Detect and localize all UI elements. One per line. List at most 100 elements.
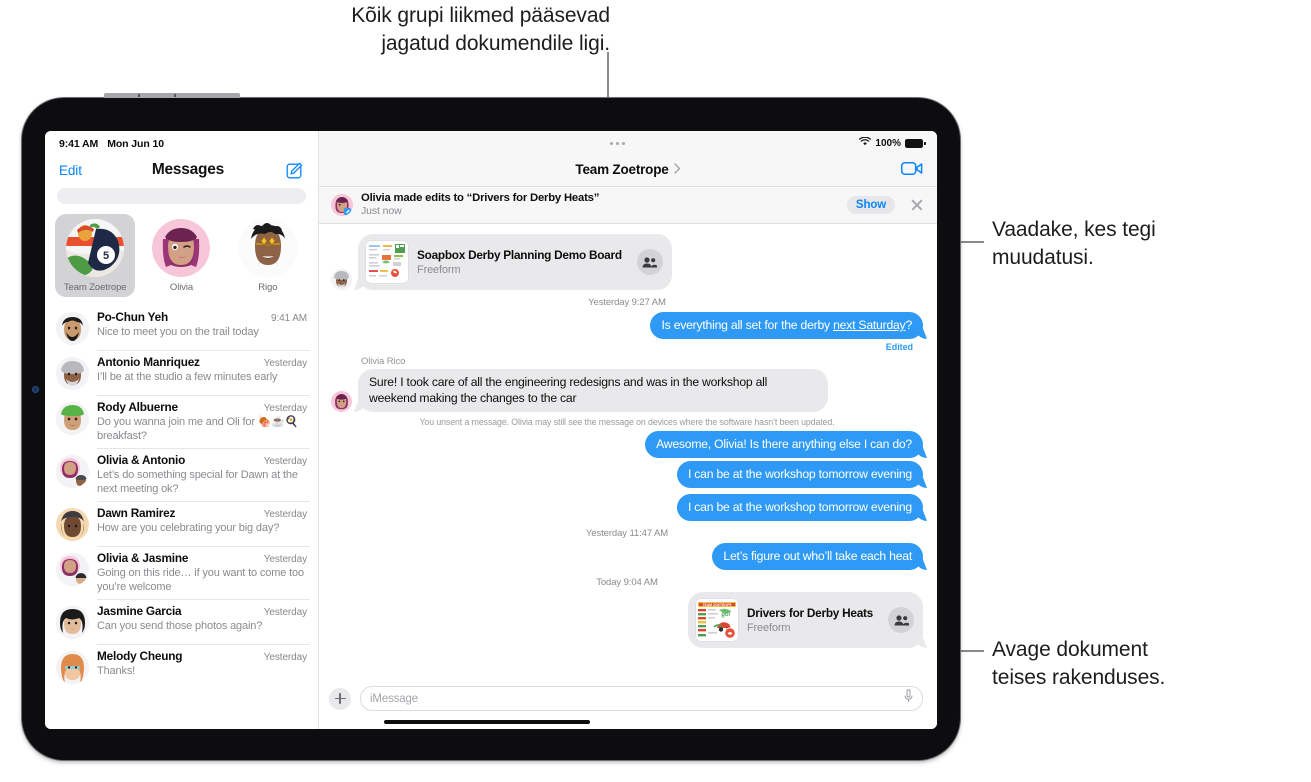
list-item[interactable]: Rody Albuerne Yesterday Do you wanna joi… xyxy=(45,395,318,448)
conversation-title-button[interactable]: Team Zoetrope xyxy=(575,161,680,179)
document-app-name: Freeform xyxy=(417,264,461,277)
list-item-body: Melody Cheung Yesterday Thanks! xyxy=(97,649,307,678)
avatar xyxy=(331,391,352,412)
close-icon[interactable] xyxy=(909,197,925,213)
avatar xyxy=(238,219,297,277)
device-top-antenna-band xyxy=(104,93,240,98)
conversation-preview: Can you send those photos again? xyxy=(97,620,263,632)
conversation-name: Po-Chun Yeh xyxy=(97,310,168,324)
message-bubble[interactable]: I can be at the workshop tomorrow evenin… xyxy=(676,461,923,488)
plus-icon[interactable] xyxy=(329,687,351,710)
document-title: Drivers for Derby Heats xyxy=(746,605,873,620)
conversation-preview: Going on this ride… if you want to come … xyxy=(97,567,304,593)
avatar: 5 xyxy=(66,219,125,277)
svg-text:TEAM ZOETROPE: TEAM ZOETROPE xyxy=(702,603,732,607)
document-title: Soapbox Derby Planning Demo Board xyxy=(417,247,622,262)
pinned-conversations-row: 5 Team Zoetrope Olivia Rigo xyxy=(45,204,318,297)
facetime-video-icon[interactable] xyxy=(900,161,923,181)
document-thumbnail xyxy=(366,241,408,283)
message-bubble[interactable]: Is everything all set for the derby next… xyxy=(650,312,923,339)
multitasking-handle-icon[interactable] xyxy=(375,141,859,145)
banner-text-block: Olivia made edits to “Drivers for Derby … xyxy=(361,192,839,217)
shared-document-card[interactable]: Soapbox Derby Planning Demo Board Freefo… xyxy=(358,234,672,290)
message-sender-name: Olivia Rico xyxy=(361,356,406,367)
list-item-body: Jasmine Garcia Yesterday Can you send th… xyxy=(97,604,307,633)
status-time: 9:41 AM xyxy=(59,138,99,150)
conversation-preview: How are you celebrating your big day? xyxy=(97,522,280,534)
battery-icon xyxy=(905,138,926,148)
conversation-header: Team Zoetrope xyxy=(319,153,937,187)
conversation-preview: Thanks! xyxy=(97,665,136,677)
message-link-text[interactable]: next Saturday xyxy=(833,318,906,332)
list-item[interactable]: Dawn Ramirez Yesterday How are you celeb… xyxy=(45,501,318,546)
message-row: Let’s figure out who’ll take each heat xyxy=(331,543,923,570)
tablet-screen: 9:41 AM Mon Jun 10 Edit Messages 5 Team … xyxy=(45,131,937,729)
front-camera-icon xyxy=(32,386,39,393)
list-item-body: Po-Chun Yeh 9:41 AM Nice to meet you on … xyxy=(97,310,307,339)
conversation-name: Rody Albuerne xyxy=(97,400,178,414)
message-row: Awesome, Olivia! Is there anything else … xyxy=(331,431,923,458)
edited-badge: Edited xyxy=(885,342,913,352)
imessage-placeholder: iMessage xyxy=(370,692,419,705)
battery-percent-label: 100% xyxy=(875,137,901,149)
conversation-name: Jasmine Garcia xyxy=(97,604,182,618)
list-item-body: Olivia & Antonio Yesterday Let’s do some… xyxy=(97,453,307,496)
avatar xyxy=(152,219,211,277)
list-item[interactable]: Jasmine Garcia Yesterday Can you send th… xyxy=(45,599,318,644)
conversation-time: Yesterday xyxy=(263,554,307,565)
pinned-item-team-zoetrope[interactable]: 5 Team Zoetrope xyxy=(55,214,136,297)
shared-document-card[interactable]: TEAM ZOETROPE go! Drivers for Derby Heat… xyxy=(687,592,923,648)
message-bubble[interactable]: Awesome, Olivia! Is there anything else … xyxy=(645,431,923,458)
message-row: Soapbox Derby Planning Demo Board Freefo… xyxy=(331,234,923,290)
chevron-right-icon xyxy=(673,161,681,179)
message-bubble[interactable]: Let’s figure out who’ll take each heat xyxy=(712,543,923,570)
status-indicators: 100% xyxy=(859,136,926,149)
pinned-item-rigo[interactable]: Rigo xyxy=(228,214,308,297)
people-shared-icon[interactable] xyxy=(888,607,914,633)
list-item-body: Dawn Ramirez Yesterday How are you celeb… xyxy=(97,506,307,535)
edit-button[interactable]: Edit xyxy=(59,163,82,178)
tablet-device-frame: 9:41 AM Mon Jun 10 Edit Messages 5 Team … xyxy=(22,93,960,760)
conversation-name: Olivia & Antonio xyxy=(97,453,186,467)
message-row: I can be at the workshop tomorrow evenin… xyxy=(331,494,923,521)
svg-text:5: 5 xyxy=(103,250,109,262)
conversation-time: Yesterday xyxy=(263,358,307,369)
conversation-name: Olivia & Jasmine xyxy=(97,551,189,565)
list-item[interactable]: Antonio Manriquez Yesterday I’ll be at t… xyxy=(45,350,318,395)
search-input[interactable] xyxy=(57,188,306,204)
compose-icon[interactable] xyxy=(286,161,304,179)
conversation-list: Po-Chun Yeh 9:41 AM Nice to meet you on … xyxy=(45,297,318,689)
conversation-time: Yesterday xyxy=(263,403,307,414)
pinned-item-label: Rigo xyxy=(258,282,278,293)
conversation-time: Yesterday xyxy=(263,509,307,520)
banner-subtitle: Just now xyxy=(361,205,402,217)
conversation-preview: I’ll be at the studio a few minutes earl… xyxy=(97,371,278,383)
people-shared-icon[interactable] xyxy=(636,249,663,275)
avatar-group xyxy=(56,455,89,488)
document-edit-banner: Olivia made edits to “Drivers for Derby … xyxy=(319,187,937,224)
home-indicator[interactable] xyxy=(384,720,590,724)
message-text: Let’s figure out who’ll take each heat xyxy=(723,549,912,563)
document-meta: Soapbox Derby Planning Demo Board Freefo… xyxy=(417,248,622,277)
pinned-item-olivia[interactable]: Olivia xyxy=(141,214,221,297)
list-item[interactable]: Po-Chun Yeh 9:41 AM Nice to meet you on … xyxy=(45,305,318,350)
show-button[interactable]: Show xyxy=(846,195,895,214)
conversation-name: Dawn Ramirez xyxy=(97,506,176,520)
imessage-input[interactable]: iMessage xyxy=(360,686,923,711)
microphone-icon[interactable] xyxy=(904,689,913,708)
message-bubble[interactable]: I can be at the workshop tomorrow evenin… xyxy=(676,494,923,521)
conversation-time: Yesterday xyxy=(263,456,307,467)
document-app-name: Freeform xyxy=(746,622,791,635)
list-item[interactable]: Olivia & Jasmine Yesterday Going on this… xyxy=(45,546,318,599)
list-item[interactable]: Olivia & Antonio Yesterday Let’s do some… xyxy=(45,448,318,501)
avatar xyxy=(56,357,89,390)
list-item-body: Antonio Manriquez Yesterday I’ll be at t… xyxy=(97,355,307,384)
avatar xyxy=(56,312,89,345)
list-item[interactable]: Melody Cheung Yesterday Thanks! xyxy=(45,644,318,689)
message-text: I can be at the workshop tomorrow evenin… xyxy=(687,467,912,481)
conversation-time: Yesterday xyxy=(263,607,307,618)
conversation-title: Team Zoetrope xyxy=(575,162,669,177)
page-title: Messages xyxy=(151,161,224,178)
message-bubble[interactable]: Sure! I took care of all the engineering… xyxy=(358,369,828,412)
avatar xyxy=(56,508,89,541)
